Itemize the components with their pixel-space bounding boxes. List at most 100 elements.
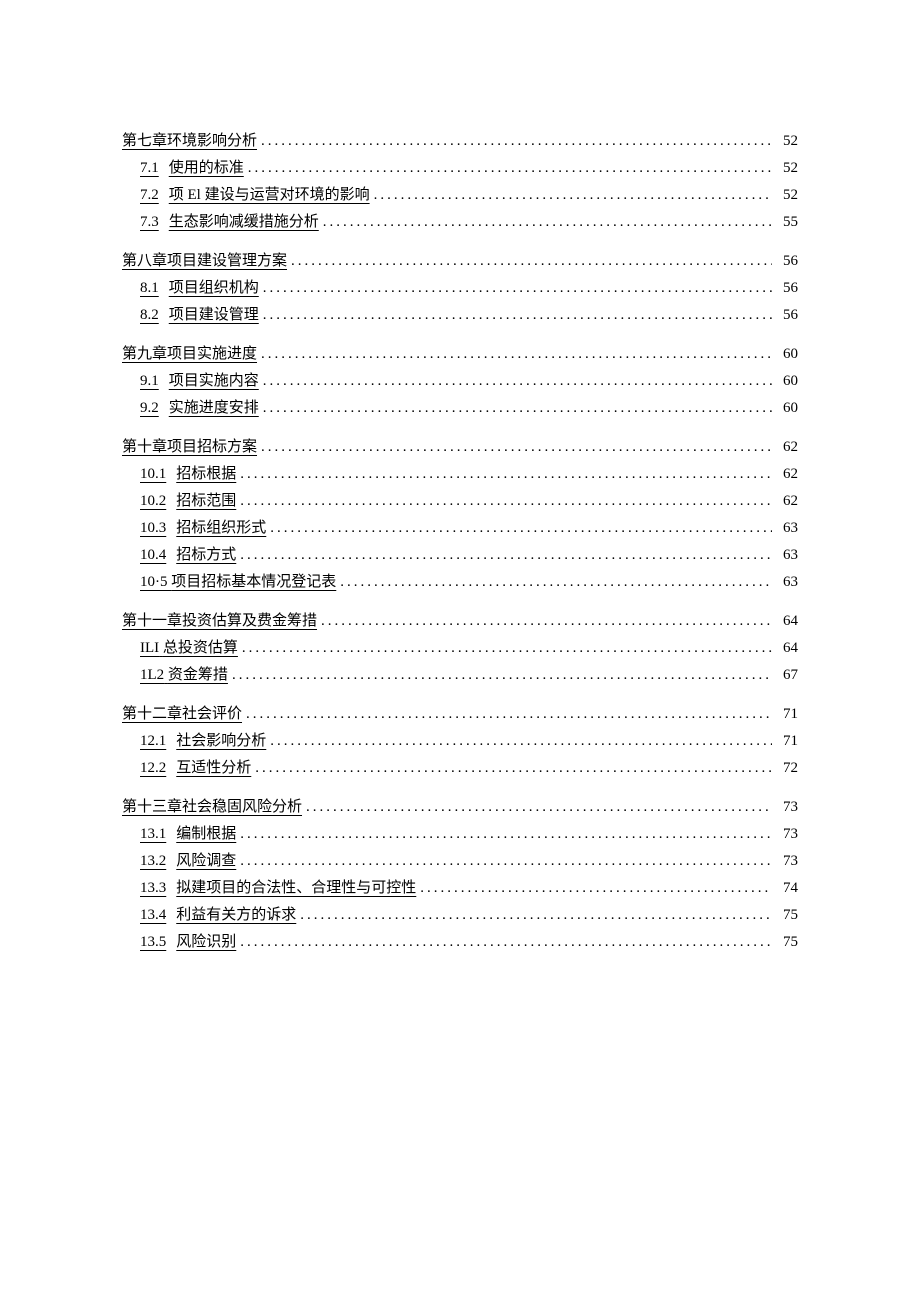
toc-sub-title[interactable]: 风险调查 bbox=[176, 854, 236, 869]
toc-sub-number[interactable]: 8.1 bbox=[140, 281, 159, 296]
toc-chapter-row: 第八章项目建设管理方案56 bbox=[122, 254, 798, 269]
toc-sub-title[interactable]: 社会影响分析 bbox=[176, 734, 266, 749]
toc-chapter-label[interactable]: 第十三章社会稳固风险分析 bbox=[122, 800, 302, 815]
toc-chapter-label[interactable]: 第十章项目招标方案 bbox=[122, 440, 257, 455]
toc-sub-title[interactable]: 互适性分析 bbox=[176, 761, 251, 776]
toc-leader-dots bbox=[259, 308, 772, 323]
toc-sub-row: 13.2 风险调查 73 bbox=[122, 854, 798, 869]
toc-chapter-label[interactable]: 第十二章社会评价 bbox=[122, 707, 242, 722]
toc-sub-number[interactable]: 12.2 bbox=[140, 761, 166, 776]
toc-leader-dots bbox=[236, 935, 772, 950]
toc-page-number: 55 bbox=[772, 215, 798, 230]
toc-group: 第九章项目实施进度609.1项目实施内容609.2实施进度安排60 bbox=[122, 347, 798, 416]
toc-leader-dots bbox=[257, 134, 772, 149]
toc-sub-row: 13.5 风险识别 75 bbox=[122, 935, 798, 950]
toc-sub-title[interactable]: 实施进度安排 bbox=[169, 401, 259, 416]
toc-sub-row: 10.3 招标组织形式 63 bbox=[122, 521, 798, 536]
toc-sub-number[interactable]: 13.4 bbox=[140, 908, 166, 923]
toc-sub-title[interactable]: 拟建项目的合法性、合理性与可控性 bbox=[176, 881, 416, 896]
toc-sub-number[interactable]: 9.1 bbox=[140, 374, 159, 389]
toc-leader-dots bbox=[266, 734, 772, 749]
toc-sub-number[interactable]: 13.1 bbox=[140, 827, 166, 842]
toc-sub-title[interactable]: 招标方式 bbox=[176, 548, 236, 563]
toc-sub-number[interactable]: 13.3 bbox=[140, 881, 166, 896]
toc-sub-label[interactable]: 10·5 项目招标基本情况登记表 bbox=[140, 575, 336, 590]
toc-sub-title[interactable]: 利益有关方的诉求 bbox=[176, 908, 296, 923]
toc-leader-dots bbox=[236, 467, 772, 482]
toc-sub-number[interactable]: 9.2 bbox=[140, 401, 159, 416]
toc-sub-row: 7.2项 El 建设与运营对环境的影响52 bbox=[122, 188, 798, 203]
toc-page-number: 64 bbox=[772, 641, 798, 656]
toc-page-number: 63 bbox=[772, 575, 798, 590]
toc-sub-title[interactable]: 编制根据 bbox=[176, 827, 236, 842]
toc-sub-title[interactable]: 招标范围 bbox=[176, 494, 236, 509]
toc-page-number: 75 bbox=[772, 935, 798, 950]
toc-sub-title[interactable]: 使用的标准 bbox=[169, 161, 244, 176]
toc-leader-dots bbox=[228, 668, 772, 683]
toc-leader-dots bbox=[236, 548, 772, 563]
toc-sub-row: 13.3拟建项目的合法性、合理性与可控性74 bbox=[122, 881, 798, 896]
toc-sub-label[interactable]: ILI 总投资估算 bbox=[140, 641, 238, 656]
toc-page-number: 60 bbox=[772, 401, 798, 416]
toc-sub-row: ILI 总投资估算 64 bbox=[122, 641, 798, 656]
toc-sub-number[interactable]: 7.2 bbox=[140, 188, 159, 203]
toc-page-number: 63 bbox=[772, 521, 798, 536]
toc-leader-dots bbox=[302, 800, 772, 815]
toc-page-number: 62 bbox=[772, 494, 798, 509]
toc-page-number: 62 bbox=[772, 440, 798, 455]
toc-sub-row: 1L2 资金筹措67 bbox=[122, 668, 798, 683]
toc-page-number: 62 bbox=[772, 467, 798, 482]
toc-sub-title[interactable]: 生态影响减缓措施分析 bbox=[169, 215, 319, 230]
toc-sub-number[interactable]: 10.1 bbox=[140, 467, 166, 482]
toc-sub-row: 12.2互适性分析72 bbox=[122, 761, 798, 776]
toc-sub-number[interactable]: 13.5 bbox=[140, 935, 166, 950]
toc-leader-dots bbox=[259, 401, 772, 416]
toc-sub-number[interactable]: 12.1 bbox=[140, 734, 166, 749]
toc-page-number: 52 bbox=[772, 134, 798, 149]
toc-sub-number[interactable]: 13.2 bbox=[140, 854, 166, 869]
toc-chapter-label[interactable]: 第八章项目建设管理方案 bbox=[122, 254, 287, 269]
toc-group: 第十二章社会评价7112.1社会影响分析7112.2互适性分析72 bbox=[122, 707, 798, 776]
toc-sub-row: 10.2 招标范围 62 bbox=[122, 494, 798, 509]
toc-sub-title[interactable]: 项 El 建设与运营对环境的影响 bbox=[169, 188, 370, 203]
toc-sub-title[interactable]: 项目建设管理 bbox=[169, 308, 259, 323]
toc-sub-title[interactable]: 招标组织形式 bbox=[176, 521, 266, 536]
toc-chapter-label[interactable]: 第九章项目实施进度 bbox=[122, 347, 257, 362]
toc-sub-number[interactable]: 8.2 bbox=[140, 308, 159, 323]
toc-sub-number[interactable]: 10.3 bbox=[140, 521, 166, 536]
toc-sub-number[interactable]: 10.2 bbox=[140, 494, 166, 509]
toc-sub-label[interactable]: 1L2 资金筹措 bbox=[140, 668, 228, 683]
toc-page-number: 73 bbox=[772, 854, 798, 869]
toc-leader-dots bbox=[244, 161, 772, 176]
toc-page: 第七章环境影响分析527.1使用的标准527.2项 El 建设与运营对环境的影响… bbox=[0, 0, 920, 1032]
toc-page-number: 64 bbox=[772, 614, 798, 629]
toc-chapter-row: 第十章项目招标方案 62 bbox=[122, 440, 798, 455]
toc-chapter-row: 第十二章社会评价71 bbox=[122, 707, 798, 722]
toc-leader-dots bbox=[370, 188, 772, 203]
toc-leader-dots bbox=[319, 215, 772, 230]
toc-sub-title[interactable]: 项目组织机构 bbox=[169, 281, 259, 296]
toc-chapter-label[interactable]: 第七章环境影响分析 bbox=[122, 134, 257, 149]
toc-sub-row: 7.3 生态影响减缓措施分析 55 bbox=[122, 215, 798, 230]
toc-leader-dots bbox=[238, 641, 772, 656]
toc-chapter-label[interactable]: 第十一章投资估算及费金筹措 bbox=[122, 614, 317, 629]
toc-sub-title[interactable]: 招标根据 bbox=[176, 467, 236, 482]
toc-sub-row: 10·5 项目招标基本情况登记表 63 bbox=[122, 575, 798, 590]
toc-sub-number[interactable]: 10.4 bbox=[140, 548, 166, 563]
toc-sub-title[interactable]: 项目实施内容 bbox=[169, 374, 259, 389]
toc-leader-dots bbox=[251, 761, 772, 776]
toc-sub-row: 10.4招标方式63 bbox=[122, 548, 798, 563]
toc-page-number: 60 bbox=[772, 347, 798, 362]
toc-sub-row: 13.1编制根据73 bbox=[122, 827, 798, 842]
toc-sub-number[interactable]: 7.1 bbox=[140, 161, 159, 176]
toc-page-number: 75 bbox=[772, 908, 798, 923]
toc-leader-dots bbox=[336, 575, 772, 590]
toc-leader-dots bbox=[317, 614, 772, 629]
toc-sub-number[interactable]: 7.3 bbox=[140, 215, 159, 230]
toc-leader-dots bbox=[236, 827, 772, 842]
toc-group: 第八章项目建设管理方案568.1项目组织机构568.2项目建设管理56 bbox=[122, 254, 798, 323]
toc-sub-row: 7.1使用的标准52 bbox=[122, 161, 798, 176]
toc-leader-dots bbox=[259, 281, 772, 296]
toc-sub-title[interactable]: 风险识别 bbox=[176, 935, 236, 950]
toc-chapter-row: 第十一章投资估算及费金筹措 64 bbox=[122, 614, 798, 629]
